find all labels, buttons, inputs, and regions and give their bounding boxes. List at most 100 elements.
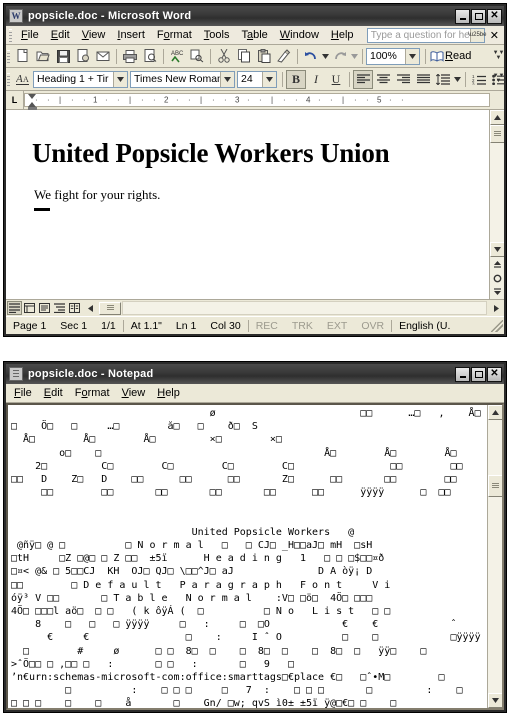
word-ruler[interactable]: L · · | · · 1 · · | · · 2 · · | · · 3 · … [6, 91, 504, 110]
bold-button[interactable]: B [286, 69, 306, 89]
formatting-toolbar-grip[interactable] [7, 72, 10, 86]
notepad-scroll-up-button[interactable] [487, 405, 502, 420]
open-icon[interactable] [33, 47, 53, 66]
chevron-down-icon[interactable]: \u25be [468, 28, 486, 42]
menu-view[interactable]: View [76, 28, 112, 42]
toolbar-options-button[interactable]: ▼▼ ▼ [493, 46, 505, 66]
normal-view-button[interactable] [7, 301, 22, 315]
align-left-icon[interactable] [353, 69, 373, 89]
vertical-scroll-thumb[interactable] [489, 125, 504, 143]
copy-icon[interactable] [234, 47, 254, 66]
select-browse-object-button[interactable] [490, 271, 505, 285]
style-combobox[interactable]: Heading 1 + Tir [33, 70, 128, 88]
menu-file[interactable]: File [15, 28, 45, 42]
notepad-menu-help[interactable]: Help [151, 386, 186, 400]
web-layout-view-button[interactable] [22, 301, 37, 315]
hscroll-left-button[interactable] [84, 301, 99, 315]
notepad-menu-file[interactable]: File [8, 386, 38, 400]
word-minimize-button[interactable] [455, 8, 470, 24]
previous-page-button[interactable] [490, 257, 505, 271]
chevron-down-icon[interactable] [113, 71, 127, 87]
cut-icon[interactable] [214, 47, 234, 66]
paste-icon[interactable] [254, 47, 274, 66]
chevron-down-icon[interactable] [405, 48, 419, 64]
permission-icon[interactable] [73, 47, 93, 66]
resize-grip[interactable] [491, 319, 503, 332]
mail-recipient-icon[interactable] [93, 47, 113, 66]
status-ext[interactable]: EXT [320, 320, 354, 332]
next-page-button[interactable] [490, 285, 505, 299]
italic-button[interactable]: I [306, 70, 326, 89]
menu-table[interactable]: Table [235, 28, 273, 42]
notepad-maximize-button[interactable] [471, 366, 486, 382]
ask-a-question-input[interactable]: Type a question for help \u25be [366, 27, 486, 43]
notepad-scroll-down-button[interactable] [487, 693, 502, 708]
spelling-grammar-icon[interactable]: ABC [167, 47, 187, 66]
vertical-scroll-track[interactable] [489, 143, 504, 242]
tab-selector-button[interactable]: L [6, 91, 24, 109]
redo-icon[interactable] [330, 47, 350, 66]
menu-insert[interactable]: Insert [111, 28, 151, 42]
notepad-menu-edit[interactable]: Edit [38, 386, 69, 400]
word-menubar-grip[interactable] [9, 28, 12, 42]
hscroll-right-button[interactable] [488, 301, 503, 315]
status-rec[interactable]: REC [249, 320, 285, 332]
undo-icon[interactable] [301, 47, 321, 66]
notepad-scroll-track-lower[interactable] [487, 497, 502, 693]
numbering-icon[interactable]: 123 [469, 70, 489, 89]
format-painter-icon[interactable] [274, 47, 294, 66]
menu-help[interactable]: Help [325, 28, 360, 42]
notepad-titlebar[interactable]: popsicle.doc - Notepad [6, 364, 504, 384]
book-icon[interactable] [429, 47, 445, 66]
formatting-toolbar-options-button[interactable]: ▼▼ ▼ [493, 69, 505, 89]
word-close-button[interactable] [487, 8, 502, 24]
word-vertical-scrollbar[interactable] [489, 110, 504, 299]
notepad-menu-format[interactable]: Format [69, 386, 116, 400]
document-page[interactable]: United Popsicle Workers Union We fight f… [6, 110, 489, 299]
menu-tools[interactable]: Tools [198, 28, 236, 42]
status-ovr[interactable]: OVR [354, 320, 391, 332]
research-icon[interactable] [187, 47, 207, 66]
reading-layout-view-button[interactable] [67, 301, 82, 315]
standard-toolbar-grip[interactable] [7, 49, 10, 63]
align-right-icon[interactable] [393, 70, 413, 89]
notepad-minimize-button[interactable] [455, 366, 470, 382]
read-button[interactable]: Read [445, 50, 475, 62]
line-spacing-icon[interactable] [433, 70, 453, 89]
status-language[interactable]: English (U. [392, 320, 457, 332]
new-blank-document-icon[interactable] [13, 47, 33, 66]
print-preview-icon[interactable] [140, 47, 160, 66]
print-icon[interactable] [120, 47, 140, 66]
notepad-close-button[interactable] [487, 366, 502, 382]
styles-and-formatting-icon[interactable]: AA [13, 70, 33, 89]
horizontal-scroll-track[interactable] [122, 301, 487, 315]
redo-dropdown-icon[interactable] [350, 47, 359, 66]
notepad-text-area[interactable]: ø □□ …□ , Å□ □ Ö□ □ …□ ă□ □ ð□ S Å□ Å□ Å… [8, 405, 487, 708]
scroll-down-button[interactable] [489, 242, 504, 257]
font-size-combobox[interactable]: 24 [237, 70, 277, 88]
undo-dropdown-icon[interactable] [321, 47, 330, 66]
zoom-combobox[interactable]: 100% [366, 47, 420, 65]
underline-button[interactable]: U [326, 70, 346, 89]
align-center-icon[interactable] [373, 70, 393, 89]
word-maximize-button[interactable] [471, 8, 486, 24]
horizontal-ruler-strip[interactable]: · · | · · 1 · · | · · 2 · · | · · 3 · · … [24, 93, 490, 110]
outline-view-button[interactable] [52, 301, 67, 315]
horizontal-scroll-thumb[interactable] [99, 301, 121, 315]
indent-markers[interactable] [28, 94, 37, 110]
notepad-vertical-scroll-thumb[interactable] [487, 475, 502, 497]
chevron-down-icon[interactable] [262, 71, 276, 87]
chevron-down-icon[interactable] [220, 71, 234, 87]
status-trk[interactable]: TRK [285, 320, 320, 332]
font-combobox[interactable]: Times New Roman [130, 70, 235, 88]
scroll-up-button[interactable] [489, 110, 504, 125]
print-layout-view-button[interactable] [37, 301, 52, 315]
menu-format[interactable]: Format [151, 28, 198, 42]
menu-window[interactable]: Window [274, 28, 325, 42]
menu-edit[interactable]: Edit [45, 28, 76, 42]
save-icon[interactable] [53, 47, 73, 66]
line-spacing-dropdown-icon[interactable] [453, 70, 462, 89]
notepad-scroll-track-upper[interactable] [487, 420, 502, 475]
notepad-menu-view[interactable]: View [116, 386, 152, 400]
close-document-button[interactable]: ✕ [487, 29, 504, 42]
